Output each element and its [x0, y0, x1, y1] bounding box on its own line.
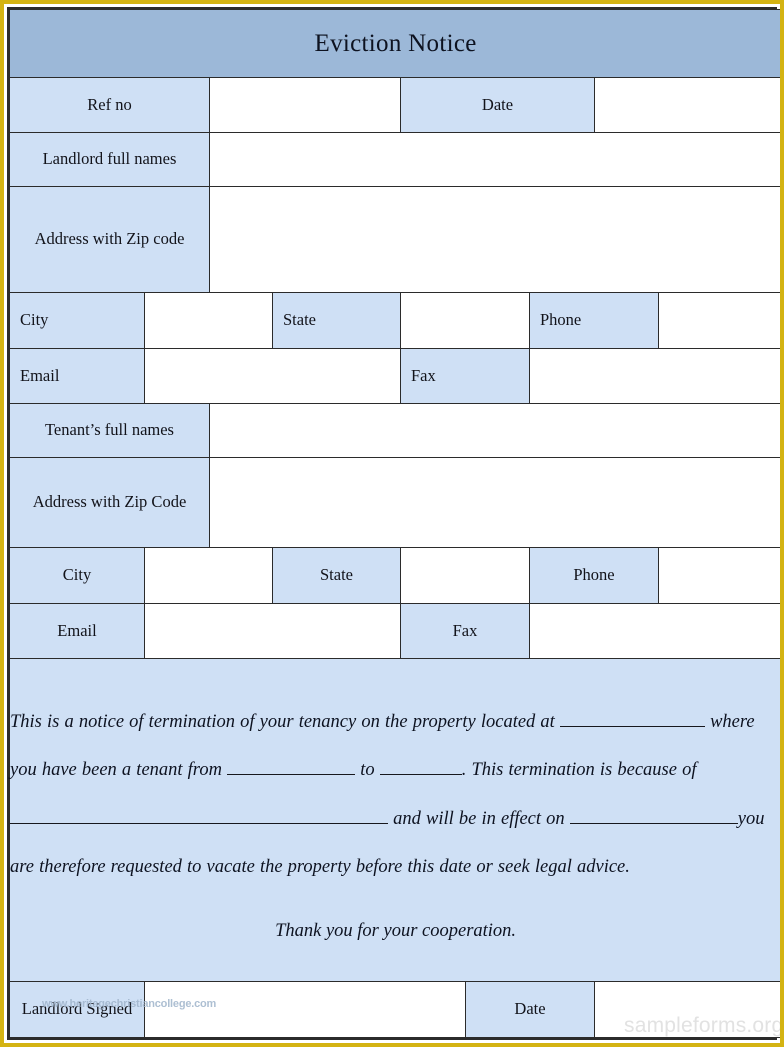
landlord-state-label: State: [272, 292, 401, 349]
blank-property-address[interactable]: [559, 707, 705, 727]
signature-row: Landlord Signed Date: [9, 981, 780, 1038]
notice-paragraph: This is a notice of termination of your …: [10, 698, 780, 892]
landlord-signature-field[interactable]: [144, 981, 466, 1038]
page-title: Eviction Notice: [314, 29, 477, 57]
landlord-address-row: Address with Zip code: [9, 186, 780, 293]
blank-tenancy-end[interactable]: [379, 756, 462, 776]
tenant-state-label: State: [272, 547, 401, 604]
signature-date-label: Date: [465, 981, 595, 1038]
landlord-email-fax-row: Email Fax: [9, 348, 780, 404]
landlord-address-field[interactable]: [208, 186, 780, 293]
ref-no-label: Ref no: [9, 77, 210, 133]
landlord-city-label: City: [9, 292, 145, 349]
tenant-full-names-label: Tenant’s full names: [9, 403, 210, 458]
tenant-state-field[interactable]: [400, 547, 530, 604]
notice-body-cell: This is a notice of termination of your …: [8, 658, 780, 982]
eviction-notice-form: Eviction Notice Ref no Date Landlord ful…: [8, 9, 780, 1038]
tenant-address-row: Address with Zip Code: [9, 457, 780, 548]
tenant-address-label: Address with Zip Code: [9, 457, 210, 548]
tenant-fax-label: Fax: [400, 603, 530, 659]
tenant-email-label: Email: [9, 603, 145, 659]
tenant-address-field[interactable]: [208, 457, 780, 548]
date-field[interactable]: [593, 77, 780, 133]
eviction-notice-page: Eviction Notice Ref no Date Landlord ful…: [0, 0, 784, 1047]
notice-segment-3: to: [360, 760, 375, 781]
landlord-full-names-label: Landlord full names: [9, 132, 210, 187]
notice-segment-5: and will be in effect on: [393, 808, 565, 829]
landlord-fax-field[interactable]: [528, 348, 780, 404]
landlord-state-field[interactable]: [400, 292, 530, 349]
notice-segment-4: . This termination is because of: [461, 760, 697, 781]
landlord-fax-label: Fax: [400, 348, 530, 404]
landlord-email-field[interactable]: [144, 348, 401, 404]
tenant-city-state-phone-row: City State Phone: [9, 547, 780, 604]
landlord-phone-label: Phone: [529, 292, 659, 349]
tenant-full-names-field[interactable]: [208, 403, 780, 458]
notice-body-row: This is a notice of termination of your …: [8, 658, 780, 982]
blank-tenancy-start[interactable]: [227, 756, 356, 776]
landlord-full-names-field[interactable]: [208, 132, 780, 187]
signature-date-field[interactable]: [593, 981, 780, 1038]
tenant-city-field[interactable]: [144, 547, 273, 604]
tenant-email-field[interactable]: [144, 603, 401, 659]
tenant-email-fax-row: Email Fax: [9, 603, 780, 659]
blank-effective-date[interactable]: [569, 804, 738, 824]
tenant-fax-field[interactable]: [528, 603, 780, 659]
notice-segment-1: This is a notice of termination of your …: [10, 711, 555, 732]
form-inner-frame: Eviction Notice Ref no Date Landlord ful…: [7, 7, 780, 1040]
tenant-city-label: City: [9, 547, 145, 604]
landlord-city-field[interactable]: [144, 292, 273, 349]
landlord-signed-label: Landlord Signed: [9, 981, 145, 1038]
landlord-city-state-phone-row: City State Phone: [9, 292, 780, 349]
thank-you-line: Thank you for your cooperation.: [275, 921, 517, 942]
landlord-email-label: Email: [9, 348, 145, 404]
landlord-names-row: Landlord full names: [9, 132, 780, 187]
title-row: Eviction Notice: [8, 9, 780, 78]
tenant-phone-label: Phone: [529, 547, 659, 604]
tenant-names-row: Tenant’s full names: [9, 403, 780, 458]
ref-no-field[interactable]: [209, 77, 401, 133]
blank-termination-reason[interactable]: [10, 804, 388, 824]
tenant-phone-field[interactable]: [657, 547, 780, 604]
landlord-phone-field[interactable]: [657, 292, 780, 349]
date-label: Date: [400, 77, 595, 133]
landlord-address-label: Address with Zip code: [9, 186, 210, 293]
form-title-cell: Eviction Notice: [8, 9, 780, 78]
ref-date-row: Ref no Date: [9, 77, 780, 133]
